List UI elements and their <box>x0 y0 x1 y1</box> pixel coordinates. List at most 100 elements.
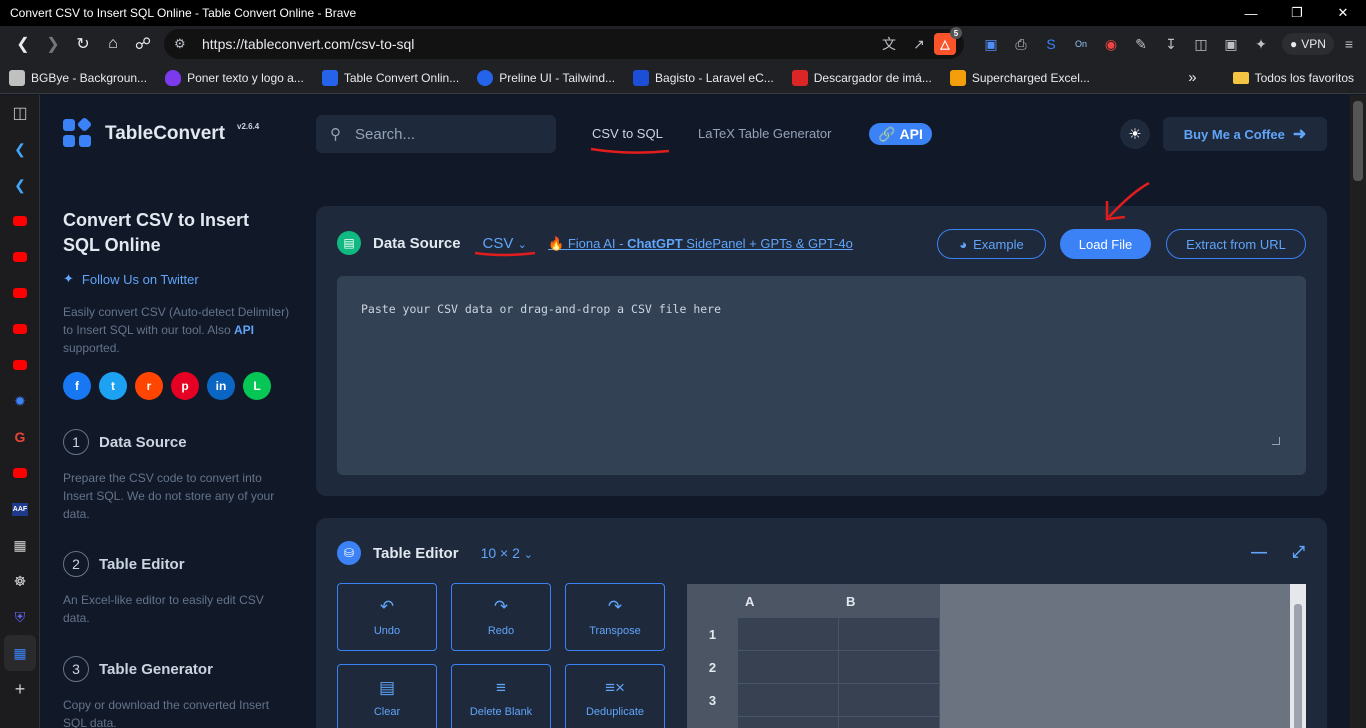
bookmark-item[interactable]: Preline UI - Tailwind... <box>468 69 624 86</box>
csv-textarea[interactable]: Paste your CSV data or drag-and-drop a C… <box>337 276 1306 475</box>
share-icon[interactable]: ↗ <box>904 36 934 53</box>
printer-icon[interactable]: ⎙ <box>1006 29 1036 59</box>
load-file-button[interactable]: Load File <box>1060 229 1151 259</box>
grid-cell[interactable] <box>737 617 839 651</box>
aaf-icon[interactable]: AAF <box>0 491 40 527</box>
sidebar-toggle-icon[interactable]: ◫ <box>1186 29 1216 59</box>
bookmark-item[interactable]: Bagisto - Laravel eC... <box>624 69 783 86</box>
grid-cell[interactable] <box>737 716 839 728</box>
youtube-icon[interactable] <box>0 275 40 311</box>
youtube-icon[interactable] <box>0 311 40 347</box>
redo-button[interactable]: ↷ Redo <box>451 583 551 651</box>
grid-corner[interactable] <box>687 584 738 618</box>
deduplicate-button[interactable]: ≡× Deduplicate <box>565 664 665 728</box>
nav-csv-to-sql[interactable]: CSV to SQL <box>592 126 663 141</box>
youtube-icon[interactable] <box>0 203 40 239</box>
fiona-ai-link[interactable]: 🔥 Fiona AI - ChatGPT SidePanel + GPTs & … <box>548 236 853 252</box>
shield-icon[interactable]: ⛨ <box>0 599 40 635</box>
extract-url-button[interactable]: Extract from URL <box>1166 229 1306 259</box>
spreadsheet-grid[interactable]: A B 1 2 3 4 <box>687 584 1306 728</box>
linkedin-icon[interactable]: in <box>207 372 235 400</box>
delete-blank-button[interactable]: ≡ Delete Blank <box>451 664 551 728</box>
nav-latex-generator[interactable]: LaTeX Table Generator <box>698 126 831 141</box>
transpose-button[interactable]: ↷ Transpose <box>565 583 665 651</box>
reload-icon[interactable]: ↻ <box>68 29 98 59</box>
row-header[interactable]: 1 <box>687 617 738 651</box>
search-input[interactable]: ⚲ Search... <box>316 115 556 153</box>
bookmark-item[interactable]: Descargador de imá... <box>783 69 941 86</box>
grid-scroll-thumb[interactable] <box>1294 604 1302 728</box>
grid-scrollbar[interactable] <box>1290 584 1306 728</box>
youtube-icon[interactable] <box>0 455 40 491</box>
bookmark-item[interactable]: Poner texto y logo a... <box>156 69 313 86</box>
all-bookmarks[interactable]: » Todos los favoritos <box>1179 69 1366 86</box>
page-scrollbar[interactable] <box>1350 95 1366 728</box>
table-size-dropdown[interactable]: 10 × 2 ⌄ <box>481 545 533 561</box>
google-icon[interactable]: G <box>0 419 40 455</box>
dark-app-icon[interactable]: ☸ <box>0 563 40 599</box>
grid-cell[interactable] <box>838 617 940 651</box>
row-header[interactable]: 3 <box>687 683 738 717</box>
home-icon[interactable]: ⌂ <box>98 29 128 59</box>
flutter-icon[interactable]: ❮ <box>0 167 40 203</box>
youtube-icon[interactable] <box>0 347 40 383</box>
profile-app-icon[interactable]: ▦ <box>0 527 40 563</box>
format-dropdown[interactable]: CSV ⌄ <box>483 235 527 252</box>
close-icon[interactable]: ✕ <box>1320 0 1366 26</box>
grid-cell[interactable] <box>737 683 839 717</box>
grid-cell[interactable] <box>838 716 940 728</box>
gear-app-icon[interactable]: ✹ <box>0 383 40 419</box>
wallet-icon[interactable]: ▣ <box>1216 29 1246 59</box>
flutter-icon[interactable]: ❮ <box>0 131 40 167</box>
twitter-share-icon[interactable]: t <box>99 372 127 400</box>
youtube-icon[interactable] <box>0 239 40 275</box>
grid-cell[interactable] <box>737 650 839 684</box>
undo-button[interactable]: ↶ Undo <box>337 583 437 651</box>
column-header[interactable]: A <box>737 584 839 618</box>
bookmark-item[interactable]: Supercharged Excel... <box>941 69 1099 86</box>
minimize-icon[interactable]: — <box>1228 0 1274 26</box>
clear-button[interactable]: ▤ Clear <box>337 664 437 728</box>
pokeball-icon[interactable]: ◉ <box>1096 29 1126 59</box>
brave-shields-icon[interactable]: △ 5 <box>934 27 962 55</box>
column-header[interactable]: B <box>838 584 940 618</box>
add-panel-icon[interactable]: + <box>0 671 40 707</box>
s-extension-icon[interactable]: S <box>1036 29 1066 59</box>
restore-icon[interactable]: ❐ <box>1274 0 1320 26</box>
url-text[interactable]: https://tableconvert.com/csv-to-sql <box>202 36 874 52</box>
pinterest-icon[interactable]: p <box>171 372 199 400</box>
row-header[interactable]: 2 <box>687 650 738 684</box>
page-scroll-thumb[interactable] <box>1353 101 1363 181</box>
facebook-icon[interactable]: f <box>63 372 91 400</box>
bookmarks-overflow[interactable]: » <box>1188 69 1196 86</box>
address-bar[interactable]: ⚙ https://tableconvert.com/csv-to-sql 文 … <box>164 27 964 59</box>
download-icon[interactable]: ↧ <box>1156 29 1186 59</box>
forward-icon[interactable]: ❯ <box>38 29 68 59</box>
api-button[interactable]: 🔗 API <box>869 123 932 145</box>
site-logo[interactable]: TableConvert v2.6.4 <box>63 116 259 149</box>
buy-coffee-button[interactable]: Buy Me a Coffee ➜ <box>1163 117 1327 151</box>
back-icon[interactable]: ❮ <box>8 29 38 59</box>
translate-icon[interactable]: 文 <box>874 34 904 54</box>
menu-icon[interactable]: ≡ <box>1334 29 1364 59</box>
vpn-button[interactable]: ● VPN <box>1282 33 1334 55</box>
example-button[interactable]: ◕ Example <box>937 229 1046 259</box>
row-header[interactable]: 4 <box>687 716 738 728</box>
twitter-link[interactable]: ✦ Follow Us on Twitter <box>63 271 199 287</box>
api-link[interactable]: API <box>234 323 254 337</box>
line-icon[interactable]: L <box>243 372 271 400</box>
leo-ai-icon[interactable]: ✦ <box>1246 29 1276 59</box>
on-extension-icon[interactable]: On <box>1066 29 1096 59</box>
sidebar-panel-icon[interactable]: ◫ <box>0 95 40 131</box>
bookmark-item[interactable]: Table Convert Onlin... <box>313 69 468 86</box>
bookmark-item[interactable]: BGBye - Backgroun... <box>0 69 156 86</box>
grid-cell[interactable] <box>838 683 940 717</box>
translate-extension-icon[interactable]: ▣ <box>976 29 1006 59</box>
site-info-icon[interactable]: ⚙ <box>174 36 194 52</box>
fullscreen-icon[interactable]: ⤢ <box>1292 544 1305 562</box>
tableconvert-app-icon[interactable]: ▦ <box>4 635 36 671</box>
grid-cell[interactable] <box>838 650 940 684</box>
theme-toggle-icon[interactable]: ☀ <box>1120 119 1150 149</box>
reddit-icon[interactable]: r <box>135 372 163 400</box>
bookmark-icon[interactable]: ☍ <box>128 29 158 59</box>
